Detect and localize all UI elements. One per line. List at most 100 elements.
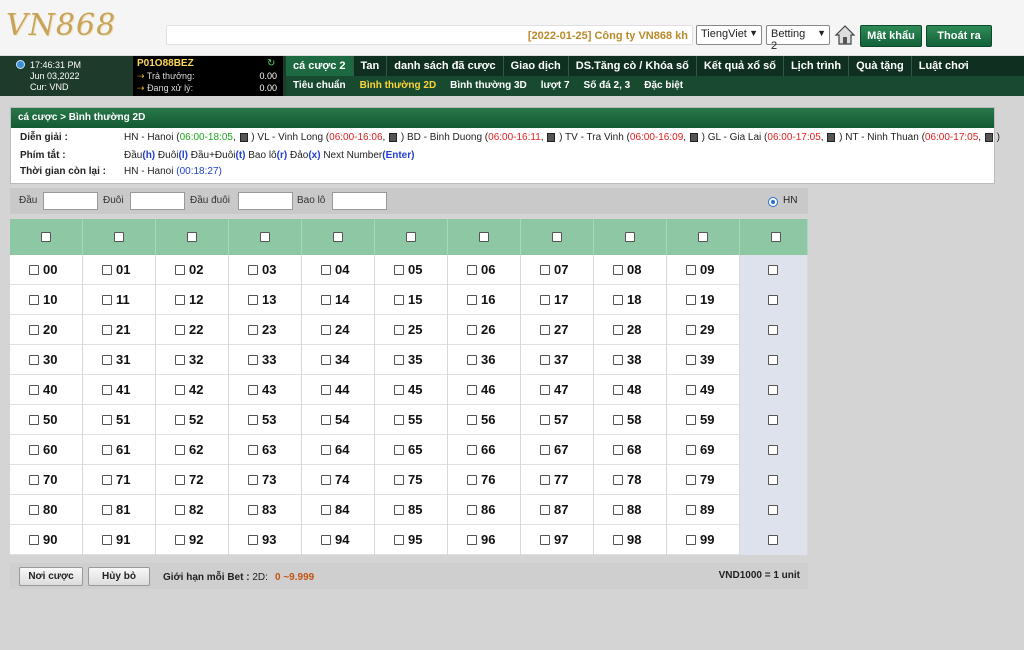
number-cell[interactable]: 05 [375,255,448,285]
number-cell[interactable]: 34 [302,345,375,375]
number-checkbox[interactable] [175,505,185,515]
number-checkbox[interactable] [175,265,185,275]
number-cell[interactable]: 41 [83,375,156,405]
number-checkbox[interactable] [321,535,331,545]
mode-select[interactable]: Betting 2 ▼ [766,25,830,52]
number-checkbox[interactable] [540,475,550,485]
number-checkbox[interactable] [613,415,623,425]
number-checkbox[interactable] [467,475,477,485]
number-checkbox[interactable] [248,325,258,335]
number-cell[interactable]: 08 [594,255,667,285]
number-checkbox[interactable] [540,505,550,515]
number-checkbox[interactable] [248,475,258,485]
cancel-button[interactable]: Hủy bỏ [88,567,150,586]
number-cell[interactable]: 12 [156,285,229,315]
number-checkbox[interactable] [175,445,185,455]
number-checkbox[interactable] [29,265,39,275]
number-checkbox[interactable] [467,445,477,455]
number-cell[interactable]: 26 [448,315,521,345]
sub-special[interactable]: Đặc biệt [637,76,690,96]
column-checkbox[interactable] [698,232,708,242]
number-checkbox[interactable] [29,535,39,545]
column-checkbox[interactable] [187,232,197,242]
number-checkbox[interactable] [613,355,623,365]
number-checkbox[interactable] [540,325,550,335]
sub-normal-2d[interactable]: Bình thường 2D [353,76,444,96]
number-cell[interactable]: 11 [83,285,156,315]
number-cell[interactable]: 35 [375,345,448,375]
number-cell[interactable]: 30 [10,345,83,375]
number-checkbox[interactable] [686,295,696,305]
number-checkbox[interactable] [321,385,331,395]
number-checkbox[interactable] [102,415,112,425]
number-cell[interactable]: 01 [83,255,156,285]
number-cell[interactable]: 07 [521,255,594,285]
number-checkbox[interactable] [540,265,550,275]
number-checkbox[interactable] [321,505,331,515]
number-checkbox[interactable] [540,295,550,305]
number-checkbox[interactable] [175,295,185,305]
number-checkbox[interactable] [686,385,696,395]
number-checkbox[interactable] [102,535,112,545]
number-cell[interactable]: 45 [375,375,448,405]
number-checkbox[interactable] [540,355,550,365]
number-cell[interactable]: 78 [594,465,667,495]
number-checkbox[interactable] [394,535,404,545]
number-cell[interactable]: 48 [594,375,667,405]
number-cell[interactable]: 09 [667,255,740,285]
number-cell[interactable]: 10 [10,285,83,315]
number-checkbox[interactable] [686,475,696,485]
number-cell[interactable]: 70 [10,465,83,495]
row-checkbox[interactable] [768,445,778,455]
number-checkbox[interactable] [321,325,331,335]
number-cell[interactable]: 22 [156,315,229,345]
number-cell[interactable]: 25 [375,315,448,345]
number-cell[interactable]: 18 [594,285,667,315]
column-checkbox[interactable] [260,232,270,242]
number-checkbox[interactable] [29,415,39,425]
calculator-icon[interactable] [984,132,993,142]
number-cell[interactable]: 86 [448,495,521,525]
number-cell[interactable]: 53 [229,405,302,435]
nav-transactions[interactable]: Giao dịch [504,56,569,76]
number-cell[interactable]: 62 [156,435,229,465]
number-cell[interactable]: 04 [302,255,375,285]
number-cell[interactable]: 56 [448,405,521,435]
number-checkbox[interactable] [248,505,258,515]
row-checkbox[interactable] [768,265,778,275]
nav-commission[interactable]: DS.Tăng cò / Khóa số [569,56,697,76]
number-checkbox[interactable] [248,355,258,365]
row-checkbox[interactable] [768,535,778,545]
number-cell[interactable]: 23 [229,315,302,345]
number-cell[interactable]: 81 [83,495,156,525]
number-checkbox[interactable] [686,355,696,365]
number-cell[interactable]: 94 [302,525,375,555]
number-checkbox[interactable] [248,295,258,305]
number-cell[interactable]: 60 [10,435,83,465]
number-cell[interactable]: 71 [83,465,156,495]
number-cell[interactable]: 95 [375,525,448,555]
number-checkbox[interactable] [686,415,696,425]
number-cell[interactable]: 83 [229,495,302,525]
number-cell[interactable]: 37 [521,345,594,375]
number-checkbox[interactable] [613,535,623,545]
number-cell[interactable]: 43 [229,375,302,405]
number-cell[interactable]: 59 [667,405,740,435]
language-select[interactable]: TiengViet ▼ [696,25,762,45]
place-bet-button[interactable]: Nơi cược [19,567,83,586]
number-checkbox[interactable] [394,475,404,485]
number-cell[interactable]: 98 [594,525,667,555]
number-cell[interactable]: 50 [10,405,83,435]
number-cell[interactable]: 63 [229,435,302,465]
refresh-icon[interactable]: ↻ [267,58,275,69]
number-cell[interactable]: 61 [83,435,156,465]
nav-gifts[interactable]: Quà tặng [849,56,912,76]
number-checkbox[interactable] [613,325,623,335]
number-checkbox[interactable] [248,265,258,275]
number-cell[interactable]: 97 [521,525,594,555]
select-all-checkbox[interactable] [771,232,781,242]
number-cell[interactable]: 79 [667,465,740,495]
number-cell[interactable]: 46 [448,375,521,405]
number-cell[interactable]: 06 [448,255,521,285]
row-checkbox[interactable] [768,505,778,515]
